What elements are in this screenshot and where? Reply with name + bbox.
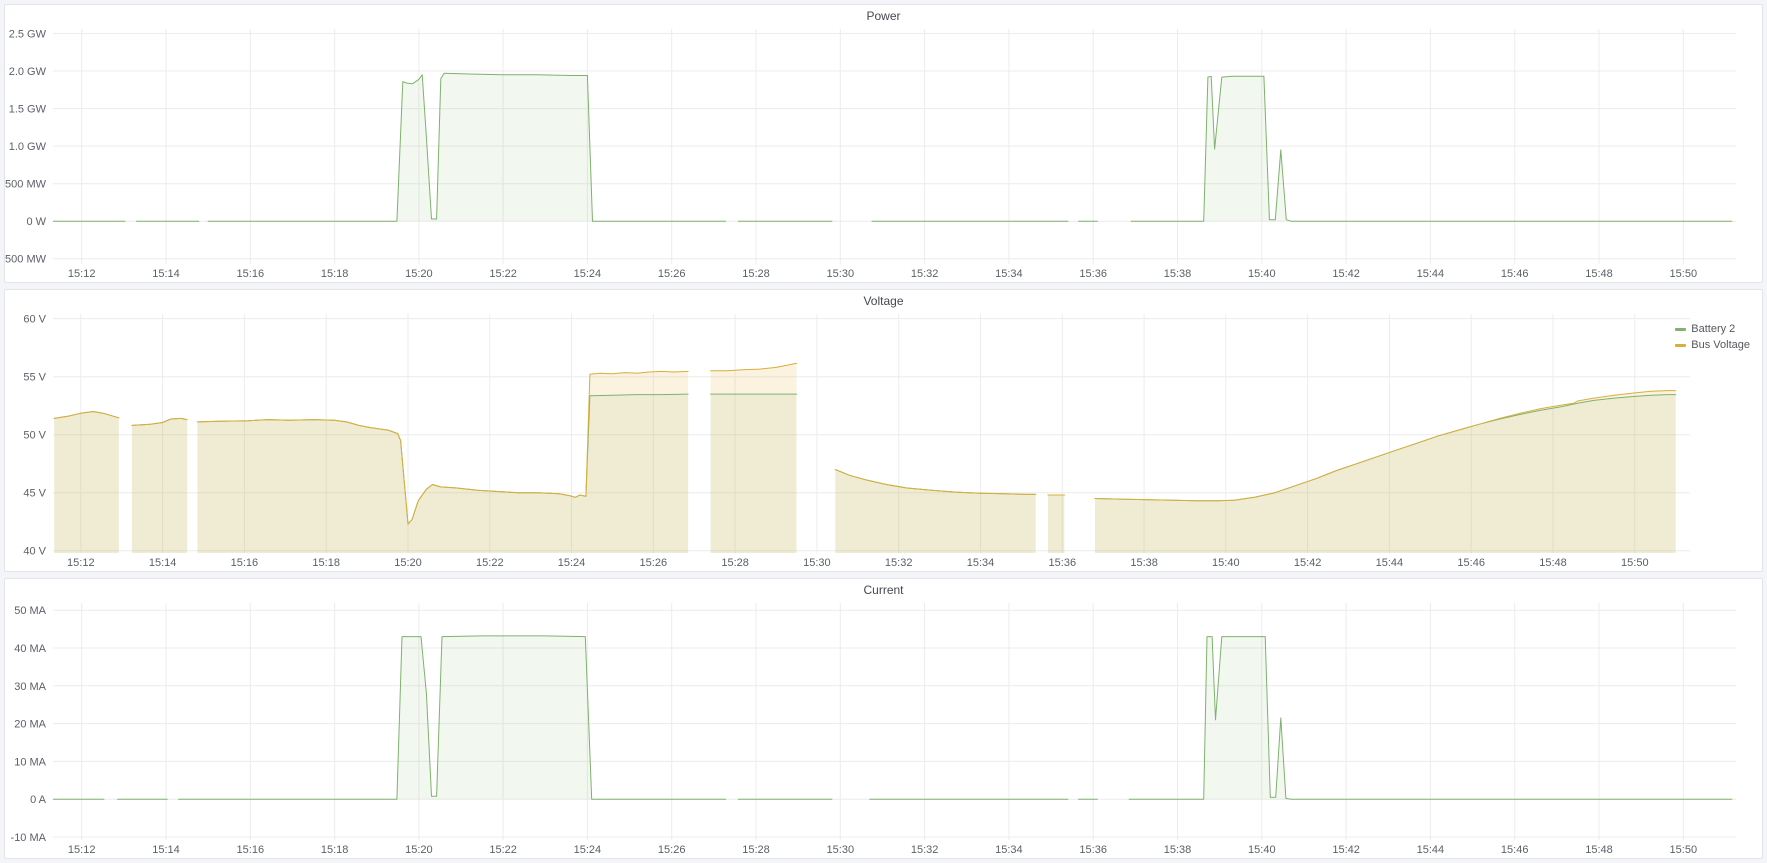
svg-text:15:12: 15:12 xyxy=(68,268,96,280)
svg-text:15:24: 15:24 xyxy=(574,844,602,856)
panel-current: Current 50 MA 40 MA 30 MA 20 MA 10 MA 0 A -10 … xyxy=(4,578,1763,859)
svg-text:15:12: 15:12 xyxy=(68,844,96,856)
legend-label-battery-2: Battery 2 xyxy=(1691,322,1735,337)
svg-text:15:18: 15:18 xyxy=(321,268,349,280)
svg-text:15:46: 15:46 xyxy=(1501,268,1529,280)
svg-text:10 MA: 10 MA xyxy=(14,756,46,768)
svg-text:40 MA: 40 MA xyxy=(14,643,46,655)
panel-title-current[interactable]: Current xyxy=(5,579,1762,601)
legend-item-bus-voltage[interactable]: Bus Voltage xyxy=(1675,338,1750,353)
svg-text:15:34: 15:34 xyxy=(995,844,1023,856)
svg-text:15:48: 15:48 xyxy=(1539,557,1567,569)
voltage-chart[interactable]: 60 V 55 V 50 V 45 V 40 V 15:12 15:14 15:16 15:18… xyxy=(5,312,1762,571)
dashboard: Power 2.5 GW 2.0 GW 1.5 GW 1.0 GW 500 MW 0 W -… xyxy=(0,0,1767,863)
svg-text:15:32: 15:32 xyxy=(885,557,913,569)
svg-text:15:26: 15:26 xyxy=(658,844,686,856)
panel-title-power[interactable]: Power xyxy=(5,5,1762,27)
current-chart[interactable]: 50 MA 40 MA 30 MA 20 MA 10 MA 0 A -10 MA 15:12 1… xyxy=(5,601,1762,858)
svg-text:15:38: 15:38 xyxy=(1164,844,1192,856)
svg-text:15:34: 15:34 xyxy=(995,268,1023,280)
svg-text:15:26: 15:26 xyxy=(640,557,668,569)
svg-text:1.5 GW: 1.5 GW xyxy=(9,104,47,116)
svg-text:15:50: 15:50 xyxy=(1670,844,1698,856)
voltage-legend: Battery 2 Bus Voltage xyxy=(1675,322,1750,353)
svg-text:15:42: 15:42 xyxy=(1294,557,1322,569)
svg-text:15:28: 15:28 xyxy=(742,844,770,856)
svg-text:15:46: 15:46 xyxy=(1501,844,1529,856)
svg-text:20 MA: 20 MA xyxy=(14,719,46,731)
svg-text:15:22: 15:22 xyxy=(476,557,504,569)
svg-text:50 V: 50 V xyxy=(23,430,46,442)
svg-text:15:24: 15:24 xyxy=(574,268,602,280)
svg-text:15:30: 15:30 xyxy=(827,268,855,280)
svg-text:15:16: 15:16 xyxy=(237,268,265,280)
svg-text:30 MA: 30 MA xyxy=(14,681,46,693)
svg-text:15:36: 15:36 xyxy=(1079,268,1107,280)
svg-text:15:34: 15:34 xyxy=(967,557,995,569)
svg-text:15:20: 15:20 xyxy=(394,557,422,569)
svg-text:15:24: 15:24 xyxy=(558,557,586,569)
svg-text:2.0 GW: 2.0 GW xyxy=(9,66,47,78)
svg-text:50 MA: 50 MA xyxy=(14,605,46,617)
svg-text:15:48: 15:48 xyxy=(1585,844,1613,856)
svg-text:15:30: 15:30 xyxy=(803,557,831,569)
panel-voltage: Voltage 60 V 55 V 50 V 45 V 40 V 15:12 15:14 15… xyxy=(4,289,1763,572)
svg-text:15:38: 15:38 xyxy=(1164,268,1192,280)
svg-text:40 V: 40 V xyxy=(23,546,46,558)
svg-text:15:44: 15:44 xyxy=(1417,844,1445,856)
svg-text:2.5 GW: 2.5 GW xyxy=(9,29,47,41)
svg-text:15:48: 15:48 xyxy=(1585,268,1613,280)
svg-text:15:18: 15:18 xyxy=(321,844,349,856)
svg-text:15:14: 15:14 xyxy=(152,268,180,280)
svg-text:15:32: 15:32 xyxy=(911,268,939,280)
svg-text:15:44: 15:44 xyxy=(1376,557,1404,569)
panel-title-voltage[interactable]: Voltage xyxy=(5,290,1762,312)
svg-text:15:18: 15:18 xyxy=(312,557,340,569)
svg-text:15:22: 15:22 xyxy=(489,844,517,856)
svg-text:15:22: 15:22 xyxy=(489,268,517,280)
svg-text:15:36: 15:36 xyxy=(1049,557,1077,569)
svg-text:15:50: 15:50 xyxy=(1670,268,1698,280)
svg-text:15:46: 15:46 xyxy=(1457,557,1485,569)
svg-text:0 A: 0 A xyxy=(30,794,47,806)
power-chart[interactable]: 2.5 GW 2.0 GW 1.5 GW 1.0 GW 500 MW 0 W -500 MW… xyxy=(5,27,1762,282)
legend-label-bus-voltage: Bus Voltage xyxy=(1691,338,1750,353)
svg-text:15:20: 15:20 xyxy=(405,844,433,856)
svg-text:55 V: 55 V xyxy=(23,372,46,384)
bus-voltage-swatch-icon xyxy=(1675,344,1686,347)
svg-text:15:16: 15:16 xyxy=(231,557,259,569)
svg-text:60 V: 60 V xyxy=(23,314,46,326)
svg-text:15:14: 15:14 xyxy=(149,557,177,569)
battery-2-swatch-icon xyxy=(1675,328,1686,331)
svg-text:1.0 GW: 1.0 GW xyxy=(9,141,47,153)
svg-text:15:14: 15:14 xyxy=(152,844,180,856)
svg-text:15:42: 15:42 xyxy=(1332,268,1360,280)
svg-text:-500 MW: -500 MW xyxy=(5,254,47,266)
svg-text:15:16: 15:16 xyxy=(237,844,265,856)
svg-text:15:28: 15:28 xyxy=(721,557,749,569)
svg-text:15:44: 15:44 xyxy=(1417,268,1445,280)
svg-text:15:32: 15:32 xyxy=(911,844,939,856)
svg-text:15:38: 15:38 xyxy=(1130,557,1158,569)
svg-text:15:50: 15:50 xyxy=(1621,557,1649,569)
svg-text:15:30: 15:30 xyxy=(827,844,855,856)
svg-text:15:40: 15:40 xyxy=(1212,557,1240,569)
svg-text:15:26: 15:26 xyxy=(658,268,686,280)
svg-text:15:12: 15:12 xyxy=(67,557,95,569)
svg-text:500 MW: 500 MW xyxy=(5,179,47,191)
svg-text:15:40: 15:40 xyxy=(1248,844,1276,856)
legend-item-battery-2[interactable]: Battery 2 xyxy=(1675,322,1735,337)
panel-power: Power 2.5 GW 2.0 GW 1.5 GW 1.0 GW 500 MW 0 W -… xyxy=(4,4,1763,283)
svg-text:15:28: 15:28 xyxy=(742,268,770,280)
svg-text:0 W: 0 W xyxy=(26,216,46,228)
svg-text:45 V: 45 V xyxy=(23,488,46,500)
svg-text:-10 MA: -10 MA xyxy=(11,832,47,844)
svg-text:15:20: 15:20 xyxy=(405,268,433,280)
svg-text:15:36: 15:36 xyxy=(1079,844,1107,856)
svg-text:15:40: 15:40 xyxy=(1248,268,1276,280)
svg-text:15:42: 15:42 xyxy=(1332,844,1360,856)
